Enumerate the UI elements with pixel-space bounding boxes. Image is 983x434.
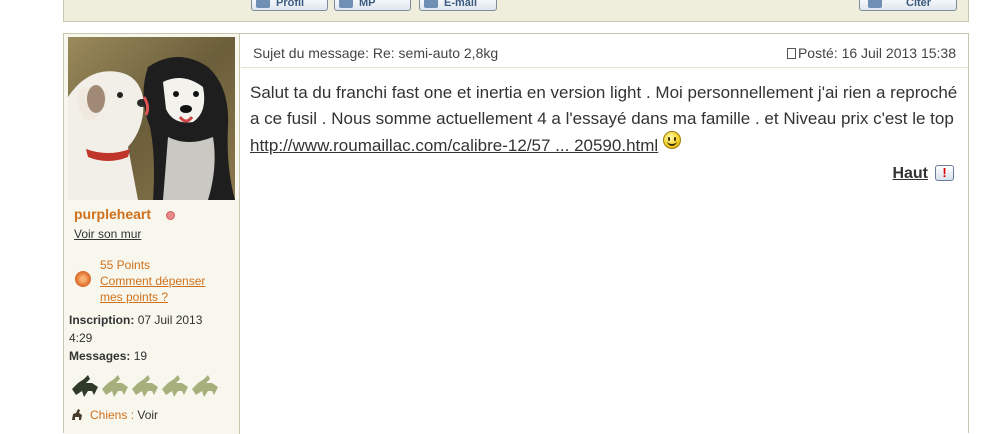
messages-label: Messages: xyxy=(69,349,131,363)
quote-icon xyxy=(868,0,882,8)
view-wall-link[interactable]: Voir son mur xyxy=(74,227,141,241)
profile-icon xyxy=(256,0,270,8)
offline-status-icon xyxy=(166,211,175,220)
subject-label: Sujet du message: xyxy=(253,45,369,61)
dogs-row: Chiens : Voir xyxy=(70,407,158,422)
subject-value: Re: semi-auto 2,8kg xyxy=(372,45,499,61)
avatar xyxy=(68,37,235,200)
previous-post-footer: Profil MP E-mail Citer xyxy=(63,0,969,22)
posted-date-value: 16 Juil 2013 15:38 xyxy=(841,45,956,61)
post-date: Posté: 16 Juil 2013 15:38 xyxy=(786,45,956,61)
user-panel: purpleheart Voir son mur 55 Points Comme… xyxy=(64,34,240,434)
profil-label: Profil xyxy=(276,0,305,9)
post-text: Salut ta du franchi fast one et inertia … xyxy=(250,83,958,128)
back-to-top-link[interactable]: Haut xyxy=(892,165,928,183)
inscription-label: Inscription: xyxy=(69,313,135,327)
citer-label: Citer xyxy=(906,0,932,9)
messages-row: Messages: 19 xyxy=(69,347,229,365)
posted-label: Posté: xyxy=(797,45,838,61)
points-icon xyxy=(75,271,91,287)
spend-points-link[interactable]: Comment dépenser mes points ? xyxy=(100,273,220,305)
profil-button[interactable]: Profil xyxy=(251,0,328,11)
post-subject: Sujet du message: Re: semi-auto 2,8kg xyxy=(253,45,498,61)
citer-button[interactable]: Citer xyxy=(859,0,957,11)
forum-post: purpleheart Voir son mur 55 Points Comme… xyxy=(63,33,969,434)
dogs-label: Chiens : xyxy=(90,408,135,422)
points-block: 55 Points Comment dépenser mes points ? xyxy=(100,257,220,305)
message-icon xyxy=(339,0,353,8)
post-header: Sujet du message: Re: semi-auto 2,8kg Po… xyxy=(241,34,968,68)
post-link[interactable]: http://www.roumaillac.com/calibre-12/57 … xyxy=(250,136,658,155)
post-link-icon[interactable] xyxy=(786,48,796,59)
smiley-icon xyxy=(662,131,681,149)
messages-value: 19 xyxy=(133,349,148,363)
dog-silhouettes-rank-icon xyxy=(72,375,218,397)
post-body: Salut ta du franchi fast one et inertia … xyxy=(250,80,964,159)
report-icon[interactable]: ! xyxy=(935,165,954,181)
mp-label: MP xyxy=(359,0,376,9)
user-info: Inscription: 07 Juil 2013 4:29 Messages:… xyxy=(69,311,229,365)
username[interactable]: purpleheart xyxy=(74,206,151,222)
dogs-view-link[interactable]: Voir xyxy=(137,408,158,422)
email-icon xyxy=(424,0,438,8)
email-button[interactable]: E-mail xyxy=(419,0,497,11)
email-label: E-mail xyxy=(444,0,478,9)
points-value: 55 Points xyxy=(100,258,151,272)
post-separator xyxy=(63,22,969,33)
inscription-row: Inscription: 07 Juil 2013 4:29 xyxy=(69,311,229,347)
dog-icon xyxy=(72,409,82,420)
avatar-dogs-image xyxy=(68,37,235,200)
mp-button[interactable]: MP xyxy=(334,0,411,11)
